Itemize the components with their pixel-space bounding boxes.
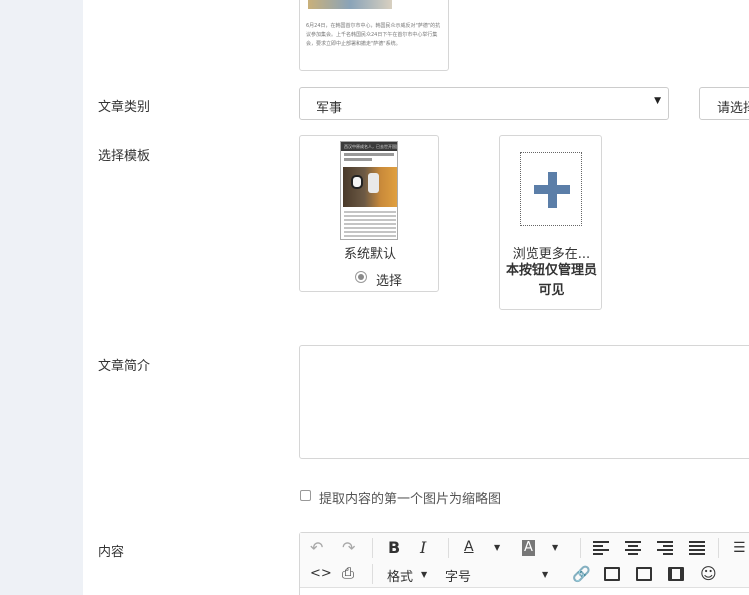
previous-article-excerpt: 6月24日，在韩国首尔市中心，韩国民众示威反对"萨德"的抗议参加集会。上千名韩国…: [306, 23, 441, 47]
left-sidebar-strip: [0, 0, 83, 595]
italic-icon[interactable]: I: [420, 538, 426, 558]
undo-icon[interactable]: ↶: [310, 538, 323, 558]
template-preview-image: 西汉中原成名人，已去世开国团开发: [340, 141, 398, 240]
align-left-icon[interactable]: [593, 541, 609, 555]
chevron-down-icon[interactable]: ▼: [494, 543, 500, 552]
subcategory-select-placeholder: 请选择: [717, 101, 749, 116]
template-card-default[interactable]: 西汉中原成名人，已去世开国团开发 系统默认 选择: [299, 135, 439, 292]
font-color-icon[interactable]: A: [464, 537, 474, 557]
plus-icon: [520, 152, 582, 226]
bg-color-icon[interactable]: A: [522, 540, 535, 556]
template-preview-title: 西汉中原成名人，已去世开国团开发: [341, 142, 397, 151]
video-icon[interactable]: [668, 567, 684, 581]
category-select-value: 军事: [316, 101, 343, 116]
previous-article-thumbnail: [308, 0, 392, 9]
image-icon[interactable]: [604, 567, 620, 581]
category-label: 文章类别: [98, 100, 151, 115]
redo-icon[interactable]: ↷: [342, 538, 355, 558]
list-icon[interactable]: ☰: [733, 538, 746, 558]
content-label: 内容: [98, 545, 125, 560]
content-editor[interactable]: ↶ ↷ B I A ▼ A ▼ ☰ <> ⎙ 格式 ▼ 字号 ▼ 🔗 ☺: [299, 532, 749, 595]
chevron-down-icon[interactable]: ▼: [542, 570, 548, 579]
template-default-name: 系统默认: [343, 247, 396, 262]
emoji-icon[interactable]: ☺: [700, 564, 717, 584]
template-select-radio[interactable]: [355, 271, 367, 283]
template-label: 选择模板: [98, 149, 151, 164]
format-dropdown[interactable]: 格式: [387, 566, 413, 585]
previous-article-card: 6月24日，在韩国首尔市中心，韩国民众示威反对"萨德"的抗议参加集会。上千名韩国…: [299, 0, 449, 71]
link-icon[interactable]: 🔗: [572, 564, 591, 584]
browse-more-title: 浏览更多在...: [512, 247, 591, 262]
editor-toolbar: ↶ ↷ B I A ▼ A ▼ ☰ <> ⎙ 格式 ▼ 字号 ▼ 🔗 ☺: [300, 533, 749, 588]
summary-textarea[interactable]: [299, 345, 749, 459]
chevron-down-icon[interactable]: ▼: [552, 543, 558, 552]
summary-label: 文章简介: [98, 359, 151, 374]
align-center-icon[interactable]: [625, 541, 641, 555]
font-size-dropdown[interactable]: 字号: [445, 566, 471, 585]
align-right-icon[interactable]: [657, 541, 673, 555]
bold-icon[interactable]: B: [388, 538, 400, 558]
print-icon[interactable]: ⎙: [342, 563, 354, 583]
source-code-icon[interactable]: <>: [310, 564, 332, 584]
chevron-down-icon[interactable]: ▼: [421, 570, 427, 579]
template-select-label[interactable]: 选择: [376, 270, 402, 289]
caret-down-icon: ▼: [654, 96, 661, 106]
thumbnail-checkbox[interactable]: [300, 490, 311, 501]
subcategory-select[interactable]: 请选择: [699, 87, 749, 120]
thumbnail-checkbox-label[interactable]: 提取内容的第一个图片为缩略图: [319, 488, 501, 507]
browse-more-templates-button[interactable]: 浏览更多在... 本按钮仅管理员可见: [499, 135, 602, 310]
admin-only-note: 本按钮仅管理员可见: [506, 263, 598, 298]
category-select[interactable]: 军事 ▼: [299, 87, 669, 120]
multi-image-icon[interactable]: [636, 567, 652, 581]
align-justify-icon[interactable]: [689, 541, 705, 555]
